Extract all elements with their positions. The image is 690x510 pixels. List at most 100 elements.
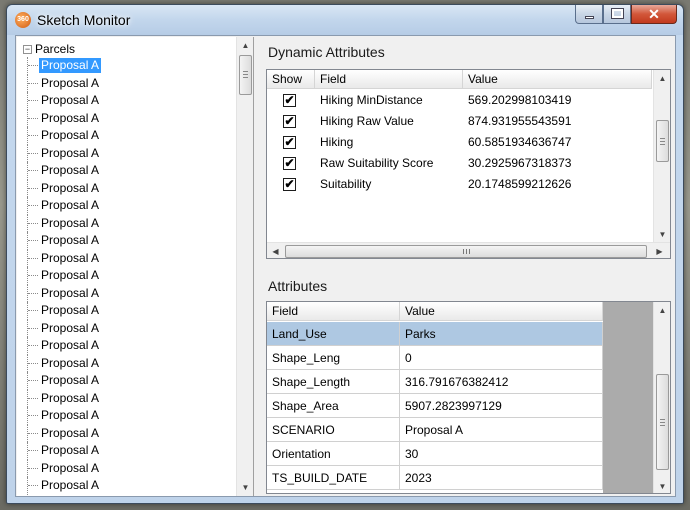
- tree-item[interactable]: Proposal A: [17, 197, 237, 215]
- tree-item-label: Proposal A: [41, 303, 100, 317]
- dynamic-field-cell[interactable]: Hiking: [315, 132, 463, 153]
- dynamic-row[interactable]: ✔ Raw Suitability Score 30.2925967318373: [267, 153, 652, 174]
- tree-item[interactable]: Proposal A: [17, 389, 237, 407]
- tree-item[interactable]: Proposal A: [17, 372, 237, 390]
- scroll-thumb[interactable]: [239, 55, 252, 95]
- scroll-thumb[interactable]: [656, 120, 669, 162]
- dynamic-row[interactable]: ✔ Hiking Raw Value 874.931955543591: [267, 111, 652, 132]
- tree-item[interactable]: Proposal A: [17, 459, 237, 477]
- scroll-down-arrow-icon[interactable]: ▼: [654, 478, 670, 493]
- dynamic-field-cell[interactable]: Hiking MinDistance: [315, 90, 463, 111]
- minimize-button[interactable]: [575, 5, 603, 24]
- tree-item[interactable]: Proposal A: [17, 354, 237, 372]
- tree-item[interactable]: Proposal A: [17, 442, 237, 460]
- tree-item[interactable]: Proposal A: [17, 144, 237, 162]
- tree-item[interactable]: Proposal A: [17, 249, 237, 267]
- title-bar[interactable]: 360 Sketch Monitor ✕: [7, 5, 683, 35]
- attribute-row[interactable]: SCENARIO Proposal A: [267, 418, 603, 442]
- attribute-field-cell[interactable]: Shape_Area: [267, 394, 400, 418]
- dynamic-vertical-scrollbar[interactable]: ▲ ▼: [653, 70, 670, 243]
- dynamic-value-cell[interactable]: 569.202998103419: [463, 90, 652, 111]
- dynamic-value-cell[interactable]: 30.2925967318373: [463, 153, 652, 174]
- scroll-up-arrow-icon[interactable]: ▲: [654, 70, 670, 87]
- tree-item[interactable]: Proposal A: [17, 477, 237, 495]
- tree-item[interactable]: Proposal A: [17, 424, 237, 442]
- show-checkbox[interactable]: ✔: [283, 115, 296, 128]
- tree-item[interactable]: Proposal A: [17, 319, 237, 337]
- attribute-value-cell[interactable]: 30: [400, 442, 603, 466]
- scroll-thumb[interactable]: [656, 374, 669, 470]
- tree-item-label: Proposal A: [41, 110, 100, 125]
- horizontal-scroll-thumb[interactable]: [285, 245, 647, 258]
- scroll-down-arrow-icon[interactable]: ▼: [654, 226, 670, 243]
- close-button[interactable]: ✕: [631, 5, 677, 24]
- dynamic-horizontal-scrollbar[interactable]: ◀ ▶: [267, 242, 670, 258]
- dynamic-field-cell[interactable]: Hiking Raw Value: [315, 111, 463, 132]
- dynamic-value-cell[interactable]: 60.5851934636747: [463, 132, 652, 153]
- tree-item[interactable]: Proposal A: [17, 302, 237, 320]
- tree-item[interactable]: Proposal A: [17, 214, 237, 232]
- scroll-down-arrow-icon[interactable]: ▼: [237, 479, 253, 496]
- show-checkbox[interactable]: ✔: [283, 157, 296, 170]
- show-checkbox[interactable]: ✔: [283, 94, 296, 107]
- collapse-icon[interactable]: −: [23, 44, 32, 54]
- tree-vertical-scrollbar[interactable]: ▲ ▼: [236, 37, 253, 496]
- scroll-up-arrow-icon[interactable]: ▲: [237, 37, 253, 54]
- tree-item[interactable]: Proposal A: [17, 109, 237, 127]
- header-field[interactable]: Field: [267, 302, 400, 321]
- tree-item[interactable]: Proposal A: [17, 162, 237, 180]
- attribute-row[interactable]: Shape_Leng 0: [267, 346, 603, 370]
- attribute-field-cell[interactable]: Shape_Leng: [267, 346, 400, 370]
- attribute-field-cell[interactable]: Shape_Length: [267, 370, 400, 394]
- header-show[interactable]: Show: [267, 70, 315, 89]
- show-checkbox[interactable]: ✔: [283, 178, 296, 191]
- attribute-value-cell[interactable]: Proposal A: [400, 418, 603, 442]
- attribute-field-cell[interactable]: Orientation: [267, 442, 400, 466]
- tree-root-parcels[interactable]: − Parcels: [23, 41, 75, 57]
- tree-item[interactable]: Proposal A: [17, 92, 237, 110]
- dynamic-field-cell[interactable]: Suitability: [315, 174, 463, 195]
- dynamic-attributes-grid[interactable]: Show Field Value ✔ Hiking MinDistance 569.…: [266, 69, 671, 259]
- maximize-button[interactable]: [603, 5, 631, 24]
- attribute-value-cell[interactable]: 0: [400, 346, 603, 370]
- dynamic-value-cell[interactable]: 20.1748599212626: [463, 174, 652, 195]
- dynamic-row[interactable]: ✔ Hiking MinDistance 569.202998103419: [267, 90, 652, 111]
- parcels-tree[interactable]: − Parcels Proposal A Proposal A Proposal A…: [17, 37, 254, 496]
- tree-item[interactable]: Proposal A: [17, 337, 237, 355]
- show-checkbox[interactable]: ✔: [283, 136, 296, 149]
- attribute-value-cell[interactable]: 5907.2823997129: [400, 394, 603, 418]
- dynamic-row[interactable]: ✔ Suitability 20.1748599212626: [267, 174, 652, 195]
- scroll-left-arrow-icon[interactable]: ◀: [267, 243, 284, 258]
- tree-item[interactable]: Proposal A: [17, 267, 237, 285]
- tree-item[interactable]: Proposal A: [17, 407, 237, 425]
- dynamic-row[interactable]: ✔ Hiking 60.5851934636747: [267, 132, 652, 153]
- tree-item-label: Proposal A: [41, 128, 100, 142]
- tree-item[interactable]: Proposal A: [17, 232, 237, 250]
- attribute-field-cell[interactable]: SCENARIO: [267, 418, 400, 442]
- header-field[interactable]: Field: [315, 70, 463, 89]
- attributes-vertical-scrollbar[interactable]: ▲ ▼: [653, 302, 670, 493]
- attribute-row[interactable]: Orientation 30: [267, 442, 603, 466]
- dynamic-value-cell[interactable]: 874.931955543591: [463, 111, 652, 132]
- attribute-field-cell[interactable]: TS_BUILD_DATE: [267, 466, 400, 490]
- tree-item[interactable]: Proposal A: [17, 284, 237, 302]
- attribute-row[interactable]: TS_BUILD_DATE 2023: [267, 466, 603, 490]
- tree-item[interactable]: Proposal A: [17, 57, 237, 75]
- header-value[interactable]: Value: [400, 302, 603, 321]
- header-value[interactable]: Value: [463, 70, 652, 89]
- tree-item[interactable]: Proposal A: [17, 127, 237, 145]
- tree-item[interactable]: Proposal A: [17, 74, 237, 92]
- tree-item[interactable]: Proposal A: [17, 179, 237, 197]
- attribute-value-cell[interactable]: Parks: [400, 322, 603, 346]
- attributes-grid[interactable]: Field Value Land_Use Parks Shape_Leng 0 Shap…: [266, 301, 671, 494]
- attribute-value-cell[interactable]: 2023: [400, 466, 603, 490]
- attribute-row[interactable]: Shape_Length 316.791676382412: [267, 370, 603, 394]
- attribute-row[interactable]: Land_Use Parks: [267, 322, 603, 346]
- attribute-value-cell[interactable]: 316.791676382412: [400, 370, 603, 394]
- scroll-up-arrow-icon[interactable]: ▲: [654, 302, 670, 319]
- attribute-row[interactable]: Shape_Area 5907.2823997129: [267, 394, 603, 418]
- dynamic-attributes-title: Dynamic Attributes: [268, 44, 385, 60]
- dynamic-field-cell[interactable]: Raw Suitability Score: [315, 153, 463, 174]
- attribute-field-cell[interactable]: Land_Use: [267, 322, 400, 346]
- scroll-right-arrow-icon[interactable]: ▶: [651, 243, 668, 258]
